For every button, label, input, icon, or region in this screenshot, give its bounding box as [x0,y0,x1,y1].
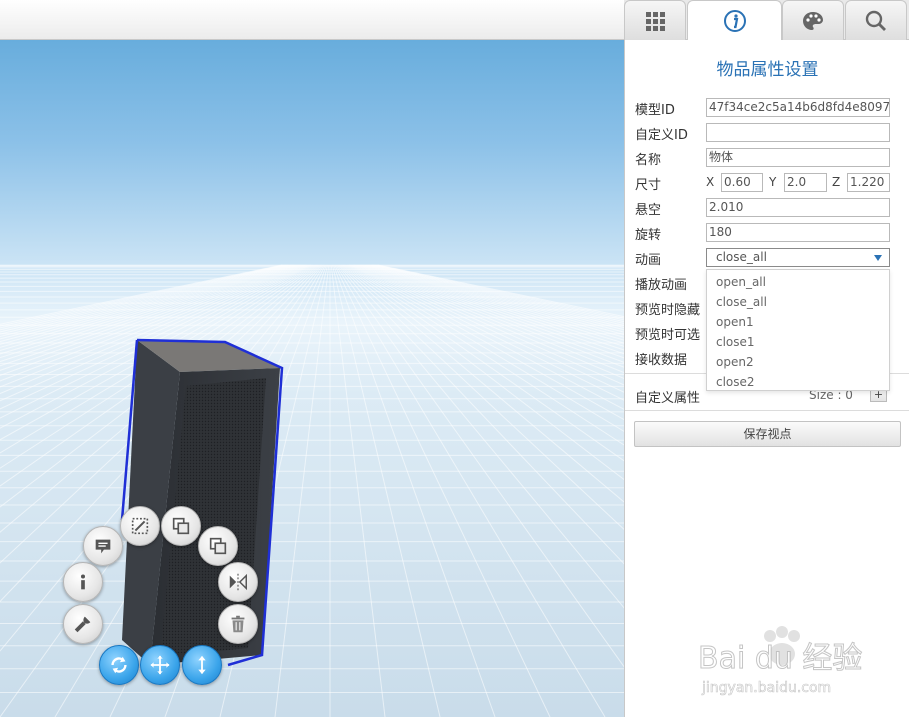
panel-tabs [624,0,909,41]
chevron-down-icon [874,255,882,261]
size-x-label: X [706,175,715,189]
size-label: 尺寸 [635,178,662,193]
animation-label: 动画 [635,253,662,268]
palette-icon [803,11,823,30]
comment-icon[interactable] [83,526,123,566]
size-y-label: Y [769,175,777,189]
copy-icon[interactable] [161,506,201,546]
model-id-label: 模型ID [635,103,675,118]
animation-select-value: close_all [716,250,767,264]
rotation-label: 旋转 [635,228,662,243]
search-icon [865,10,886,31]
receive-data-label: 接收数据 [635,353,688,368]
hover-field[interactable]: 2.010 [706,198,890,217]
animation-dropdown[interactable]: open_all close_all open1 close1 open2 cl… [706,269,890,391]
rotation-field[interactable]: 180 [706,223,890,242]
preview-hidden-label: 预览时隐藏 [635,303,701,318]
size-z-label: Z [832,175,841,189]
duplicate-icon[interactable] [198,526,238,566]
custom-props-label: 自定义属性 [635,391,701,406]
size-y-field[interactable]: 2.0 [784,173,827,192]
name-field[interactable]: 物体 [706,148,890,167]
size-x-field[interactable]: 0.60 [721,173,763,192]
wrench-icon[interactable] [63,604,103,644]
grid-icon [646,11,665,31]
dropdown-option[interactable]: close_all [716,295,767,309]
dropdown-option[interactable]: open_all [716,275,766,289]
divider [625,410,909,411]
dropdown-option[interactable]: open1 [716,315,754,329]
dropdown-option[interactable]: close1 [716,335,755,349]
properties-panel: 物品属性设置 模型ID 47f34ce2c5a14b6d8fd4e809743 … [624,40,909,717]
mirror-icon[interactable] [218,562,258,602]
tab-grid[interactable] [624,0,686,40]
size-z-field[interactable]: 1.220 [847,173,890,192]
custom-id-label: 自定义ID [635,128,688,143]
hover-label: 悬空 [635,203,662,218]
dropdown-option[interactable]: close2 [716,375,755,389]
trash-icon[interactable] [218,604,258,644]
custom-id-field[interactable] [706,123,890,142]
tab-search[interactable] [845,0,907,40]
model-id-field[interactable]: 47f34ce2c5a14b6d8fd4e809743 [706,98,890,117]
animation-select[interactable]: close_all [706,248,890,267]
name-label: 名称 [635,153,662,168]
tab-palette[interactable] [782,0,844,40]
move-icon[interactable] [140,645,180,685]
edit-icon[interactable] [120,506,160,546]
tab-info[interactable] [687,0,782,41]
info-icon [723,10,746,32]
save-view-button[interactable]: 保存视点 [634,421,901,447]
dropdown-option[interactable]: open2 [716,355,754,369]
vertical-move-icon[interactable] [182,645,222,685]
preview-selectable-label: 预览时可选 [635,328,701,343]
3d-viewport[interactable] [0,0,624,717]
panel-title: 物品属性设置 [716,60,819,80]
play-animation-label: 播放动画 [635,278,688,293]
info-icon[interactable] [63,562,103,602]
rotate-icon[interactable] [99,645,139,685]
